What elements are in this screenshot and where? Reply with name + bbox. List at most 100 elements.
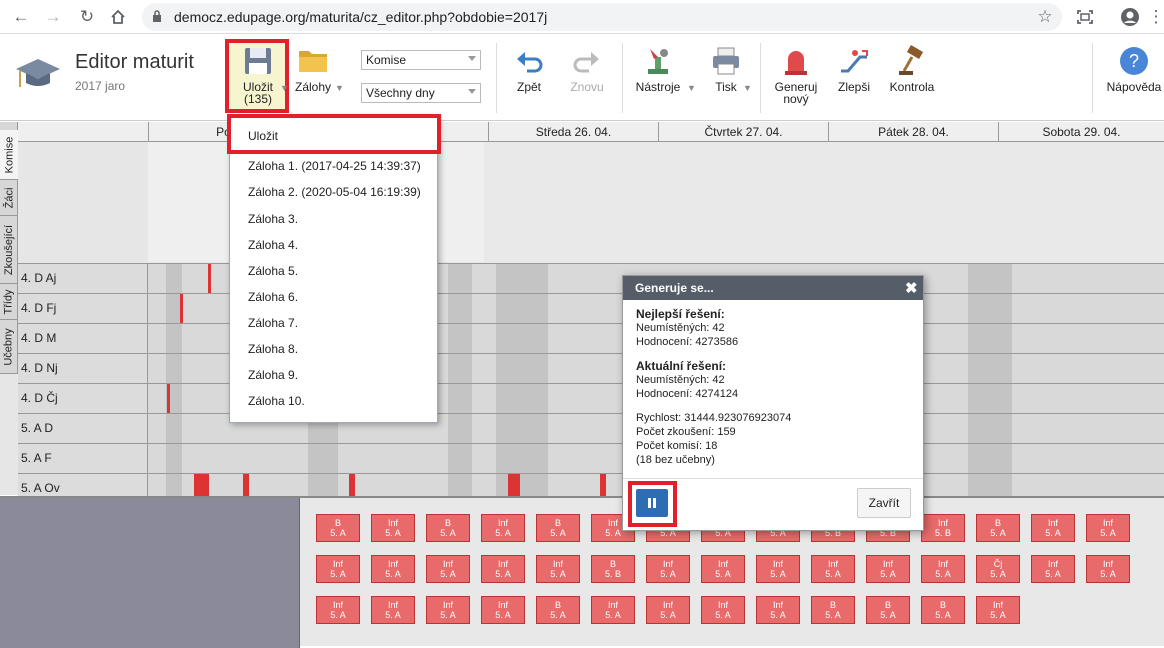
menu-item-backup-3[interactable]: Záloha 3. (230, 206, 437, 232)
back-arrow-icon[interactable]: ← (10, 6, 32, 28)
menu-item-backup-2[interactable]: Záloha 2. (2020-05-04 16:19:39) (230, 179, 437, 205)
exam-card[interactable]: Inf5. A (756, 555, 800, 583)
class-row[interactable]: 4. D M (18, 323, 1164, 353)
menu-item-backup-9[interactable]: Záloha 9. (230, 362, 437, 388)
reload-icon[interactable]: ↻ (76, 6, 98, 28)
screenshot-icon[interactable] (1074, 6, 1096, 28)
tab-examiners[interactable]: Zkoušející (0, 216, 18, 284)
exam-card[interactable]: Inf5. A (811, 555, 855, 583)
exam-card[interactable]: B5. A (316, 514, 360, 542)
forward-arrow-icon[interactable]: → (42, 6, 64, 28)
print-button[interactable]: Tisk (706, 45, 746, 93)
time-slot[interactable] (496, 324, 548, 353)
exam-card[interactable]: Inf5. A (866, 555, 910, 583)
tab-classes[interactable]: Třídy (0, 284, 18, 320)
time-slot[interactable] (308, 444, 338, 473)
exam-card[interactable]: Inf5. A (536, 555, 580, 583)
exam-card[interactable]: Inf5. A (371, 514, 415, 542)
time-slot[interactable] (968, 414, 1012, 443)
exam-card[interactable]: Inf5. A (701, 555, 745, 583)
time-slot[interactable] (496, 264, 548, 293)
backups-dropdown-arrow-icon[interactable]: ▼ (335, 83, 344, 93)
time-slot[interactable] (448, 324, 472, 353)
menu-item-backup-10[interactable]: Záloha 10. (230, 388, 437, 414)
redo-button[interactable]: Znovu (566, 45, 608, 93)
exam-card[interactable]: Inf5. A (646, 596, 690, 624)
exam-card[interactable]: Inf5. A (481, 596, 525, 624)
exam-card[interactable]: B5. A (976, 514, 1020, 542)
time-slot[interactable] (166, 324, 182, 353)
exam-card[interactable]: B5. B (591, 555, 635, 583)
time-slot[interactable] (968, 294, 1012, 323)
time-slot[interactable] (968, 264, 1012, 293)
close-button[interactable]: Zavřít (857, 488, 911, 518)
exam-card[interactable]: B5. A (536, 514, 580, 542)
save-dropdown-arrow-icon[interactable]: ▼ (280, 83, 289, 93)
tab-rooms[interactable]: Učebny (0, 320, 18, 374)
time-slot[interactable] (496, 384, 548, 413)
menu-item-backup-5[interactable]: Záloha 5. (230, 258, 437, 284)
time-slot[interactable] (166, 354, 182, 383)
check-button[interactable]: Kontrola (886, 45, 938, 93)
exam-card[interactable]: Inf5. A (591, 596, 635, 624)
generate-new-button[interactable]: Generuj nový (772, 45, 820, 105)
time-slot[interactable] (448, 384, 472, 413)
menu-item-backup-6[interactable]: Záloha 6. (230, 284, 437, 310)
exam-card[interactable]: Inf5. A (481, 555, 525, 583)
commission-select[interactable]: Komise (361, 50, 481, 70)
exam-card[interactable]: Inf5. A (921, 555, 965, 583)
improve-button[interactable]: Zlepši (834, 45, 874, 93)
exam-card[interactable]: Inf5. A (316, 555, 360, 583)
exam-marker[interactable] (180, 294, 183, 323)
exam-card[interactable]: Inf5. A (316, 596, 360, 624)
tab-students[interactable]: Žáci (0, 180, 18, 216)
backups-button[interactable]: Zálohy (293, 45, 333, 93)
exam-card[interactable]: Inf5. A (976, 596, 1020, 624)
tools-dropdown-arrow-icon[interactable]: ▼ (687, 83, 696, 93)
time-slot[interactable] (968, 324, 1012, 353)
class-row[interactable]: 4. D Aj (18, 263, 1164, 293)
exam-card[interactable]: Inf5. A (1086, 555, 1130, 583)
close-icon[interactable]: ✖ (905, 279, 918, 297)
exam-card[interactable]: Inf5. A (756, 596, 800, 624)
exam-card[interactable]: Čj 5. A (976, 555, 1020, 583)
time-slot[interactable] (166, 264, 182, 293)
exam-card[interactable]: Inf5. A (426, 596, 470, 624)
class-row[interactable]: 5. A D (18, 413, 1164, 443)
class-row[interactable]: 5. A F (18, 443, 1164, 473)
star-icon[interactable]: ☆ (1034, 6, 1056, 28)
exam-card[interactable]: Inf5. A (481, 514, 525, 542)
print-dropdown-arrow-icon[interactable]: ▼ (743, 83, 752, 93)
exam-card[interactable]: Inf5. A (1086, 514, 1130, 542)
time-slot[interactable] (448, 264, 472, 293)
menu-item-backup-7[interactable]: Záloha 7. (230, 310, 437, 336)
time-slot[interactable] (448, 354, 472, 383)
class-row[interactable]: 4. D Nj (18, 353, 1164, 383)
time-slot[interactable] (496, 414, 548, 443)
exam-card[interactable]: B5. A (426, 514, 470, 542)
exam-marker[interactable] (167, 384, 170, 413)
exam-card[interactable]: Inf5. A (646, 555, 690, 583)
time-slot[interactable] (496, 294, 548, 323)
menu-item-backup-4[interactable]: Záloha 4. (230, 232, 437, 258)
time-slot[interactable] (448, 414, 472, 443)
exam-card[interactable]: Inf 5. B (921, 514, 965, 542)
exam-card[interactable]: B5. A (866, 596, 910, 624)
exam-card[interactable]: Inf5. A (426, 555, 470, 583)
time-slot[interactable] (496, 444, 548, 473)
tab-commissions[interactable]: Komise (0, 130, 18, 180)
exam-card[interactable]: Inf5. A (371, 596, 415, 624)
undo-button[interactable]: Zpět (510, 45, 548, 93)
time-slot[interactable] (968, 444, 1012, 473)
time-slot[interactable] (448, 294, 472, 323)
class-row[interactable]: 4. D Fj (18, 293, 1164, 323)
class-row[interactable]: 4. D Čj (18, 383, 1164, 413)
time-slot[interactable] (968, 354, 1012, 383)
menu-item-backup-1[interactable]: Záloha 1. (2017-04-25 14:39:37) (230, 153, 437, 179)
save-button[interactable]: Uložit (135) (236, 45, 280, 105)
exam-card[interactable]: Inf5. A (1031, 514, 1075, 542)
home-icon[interactable] (107, 6, 129, 28)
days-select[interactable]: Všechny dny (361, 83, 481, 103)
tools-button[interactable]: Nástroje (634, 45, 682, 93)
exam-card[interactable]: B5. A (536, 596, 580, 624)
